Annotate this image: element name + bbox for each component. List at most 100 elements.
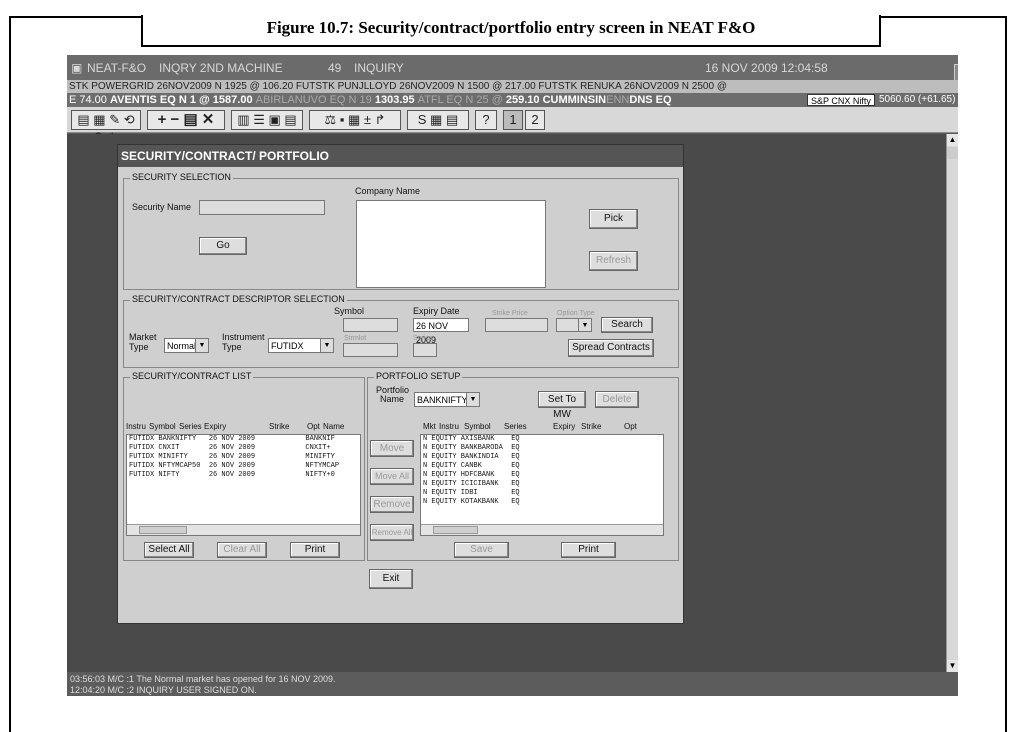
portfolio-setup-group: PORTFOLIO SETUP Portfolio Name BANKNIFTY… xyxy=(367,371,679,561)
list-item[interactable]: FUTIDX NIFTY 26 NOV 2009 NIFTY+0 xyxy=(127,471,360,480)
list-item[interactable]: FUTIDX BANKNIFTY 26 NOV 2009 BANKNIF xyxy=(127,435,360,444)
print-list-button[interactable]: Print xyxy=(290,542,340,558)
ticker-seg: 1303.95 xyxy=(374,94,418,106)
company-name-list[interactable] xyxy=(356,200,546,288)
set-to-mw-button[interactable]: Set To MW xyxy=(538,391,586,420)
expiry-date-input[interactable]: 26 NOV 2009 xyxy=(413,318,469,345)
print-portfolio-button[interactable]: Print xyxy=(561,542,616,558)
save-button[interactable]: Save xyxy=(454,542,509,558)
column-header: Expiry xyxy=(204,422,227,431)
scroll-down-icon[interactable]: ▼ xyxy=(947,660,958,672)
list-item[interactable]: N EQUITY BANKBARODA EQ xyxy=(421,444,663,453)
list-item[interactable]: FUTIDX MINIFTY 26 NOV 2009 MINIFTY xyxy=(127,453,360,462)
option-type-select[interactable]: ▼ xyxy=(556,318,592,332)
go-button[interactable]: Go xyxy=(199,237,247,255)
toolbar-group-4[interactable]: ⚖ ▪ ▦ ± ↱ xyxy=(309,110,401,130)
message-bar: 03:56:03 M/C :1 The Normal market has op… xyxy=(67,672,958,696)
list-item[interactable]: FUTIDX CNXIT 26 NOV 2009 CNXIT+ xyxy=(127,444,360,453)
contract-list[interactable]: FUTIDX BANKNIFTY 26 NOV 2009 BANKNIF FUT… xyxy=(126,434,361,536)
series-input[interactable] xyxy=(413,343,437,357)
mode-label: INQUIRY xyxy=(354,61,404,75)
list-item[interactable]: N EQUITY AXISBANK EQ xyxy=(421,435,663,444)
remove-button[interactable]: Remove xyxy=(370,496,414,513)
instrument-type-select[interactable]: FUTIDX ▼ xyxy=(268,338,334,353)
market-type-value: Normal xyxy=(167,341,197,351)
list-item[interactable]: N EQUITY IDBI EQ xyxy=(421,489,663,498)
page-1-button[interactable]: 1 xyxy=(503,110,523,130)
spread-contracts-button[interactable]: Spread Contracts xyxy=(568,339,654,357)
exit-button[interactable]: Exit xyxy=(369,569,413,589)
column-header: Expiry xyxy=(553,422,576,431)
horizontal-scrollbar[interactable] xyxy=(127,524,360,535)
ticker-row-1: STK POWERGRID 26NOV2009 N 1925 @ 106.20 … xyxy=(67,80,958,93)
group-label: PORTFOLIO SETUP xyxy=(374,371,463,381)
instrument-type-label: Instrument Type xyxy=(222,332,265,352)
column-header: Symbol xyxy=(464,422,491,431)
list-item[interactable]: N EQUITY ICICIBANK EQ xyxy=(421,480,663,489)
title-bar: ▣ NEAT-F&O INQRY 2ND MACHINE 49 INQUIRY … xyxy=(67,55,958,81)
list-item[interactable]: FUTIDX NFTYMCAP50 26 NOV 2009 NFTYMCAP xyxy=(127,462,360,471)
column-header: Opt xyxy=(307,422,320,431)
index-name[interactable]: S&P CNX Nifty xyxy=(807,94,875,106)
clear-all-button[interactable]: Clear All xyxy=(217,542,267,558)
symbol-input[interactable] xyxy=(343,318,398,332)
column-header: Symbol xyxy=(149,422,176,431)
toolbar-group-1[interactable]: ▤ ▦ ✎ ⟲ ⚲ ♞ xyxy=(71,110,141,145)
scroll-thumb[interactable] xyxy=(947,147,958,159)
page-2-button[interactable]: 2 xyxy=(525,110,545,130)
help-icon[interactable]: ? xyxy=(475,110,497,130)
descriptor-selection-group: SECURITY/CONTRACT DESCRIPTOR SELECTION S… xyxy=(123,294,679,368)
market-type-label: Market Type xyxy=(129,332,157,352)
pick-button[interactable]: Pick xyxy=(589,209,638,229)
scroll-up-icon[interactable]: ▲ xyxy=(947,134,958,146)
close-button[interactable]: ✕ xyxy=(954,64,958,81)
app-title: NEAT-F&O xyxy=(87,61,147,75)
ticker-seg: ENN xyxy=(606,94,630,106)
lot-label: Strmlot xyxy=(344,335,367,342)
move-all-button[interactable]: Move All xyxy=(370,468,414,485)
lot-input[interactable] xyxy=(343,343,398,357)
list-item[interactable]: N EQUITY CANBK EQ xyxy=(421,462,663,471)
group-label: SECURITY SELECTION xyxy=(130,172,233,182)
vertical-scrollbar[interactable]: ▲ ▼ xyxy=(946,134,958,672)
toolbar-group-2[interactable]: + − ▤ ✕ xyxy=(147,110,225,130)
column-header: Series xyxy=(179,422,202,431)
strike-price-input[interactable] xyxy=(485,318,548,332)
ticker-seg: E 74.00 xyxy=(69,94,110,106)
time-label: 12:04:58 xyxy=(781,61,828,75)
portfolio-name-select[interactable]: BANKNIFTY ▼ xyxy=(414,392,480,407)
series-label: Series xyxy=(413,335,433,342)
list-item[interactable]: N EQUITY HDFCBANK EQ xyxy=(421,471,663,480)
ticker-seg: DNS EQ xyxy=(629,94,672,106)
move-button[interactable]: Move xyxy=(370,440,414,457)
group-label: SECURITY/CONTRACT LIST xyxy=(130,371,254,381)
remove-all-button[interactable]: Remove All xyxy=(370,524,414,541)
security-name-label: Security Name xyxy=(132,202,192,212)
search-button[interactable]: Search xyxy=(601,317,653,333)
security-name-input[interactable] xyxy=(199,200,325,215)
refresh-button[interactable]: Refresh xyxy=(589,251,638,271)
list-item[interactable]: N EQUITY BANKINDIA EQ xyxy=(421,453,663,462)
ticker-seg: ATFL EQ N 25 @ xyxy=(417,94,506,106)
column-header: Instru xyxy=(126,422,147,431)
select-all-button[interactable]: Select All xyxy=(144,542,194,558)
ticker-seg: ABIRLANUVO EQ N 19 xyxy=(255,94,375,106)
chevron-down-icon: ▼ xyxy=(466,393,479,406)
toolbar-group-3[interactable]: ▥ ☰ ▣ ▤ xyxy=(231,110,303,130)
contract-list-group: SECURITY/CONTRACT LIST Instru Symbol Ser… xyxy=(123,371,365,561)
date-label: 16 NOV 2009 xyxy=(705,61,778,75)
delete-button[interactable]: Delete xyxy=(595,391,639,408)
ticker-seg: 259.10 CUMMINSIN xyxy=(505,94,607,106)
message-line: 03:56:03 M/C :1 The Normal market has op… xyxy=(70,674,336,684)
column-header: Instru xyxy=(439,422,460,431)
column-header: Opt xyxy=(624,422,637,431)
toolbar-group-5[interactable]: S ▦ ▤ xyxy=(407,110,469,130)
list-item[interactable]: N EQUITY KOTAKBANK EQ xyxy=(421,498,663,507)
instrument-type-value: FUTIDX xyxy=(271,341,304,351)
group-label: SECURITY/CONTRACT DESCRIPTOR SELECTION xyxy=(130,294,347,304)
market-type-select[interactable]: Normal ▼ xyxy=(164,338,209,353)
horizontal-scrollbar[interactable] xyxy=(421,524,663,535)
portfolio-list[interactable]: N EQUITY AXISBANK EQ N EQUITY BANKBARODA… xyxy=(420,434,664,536)
scroll-thumb[interactable] xyxy=(433,526,478,534)
scroll-thumb[interactable] xyxy=(139,526,187,534)
